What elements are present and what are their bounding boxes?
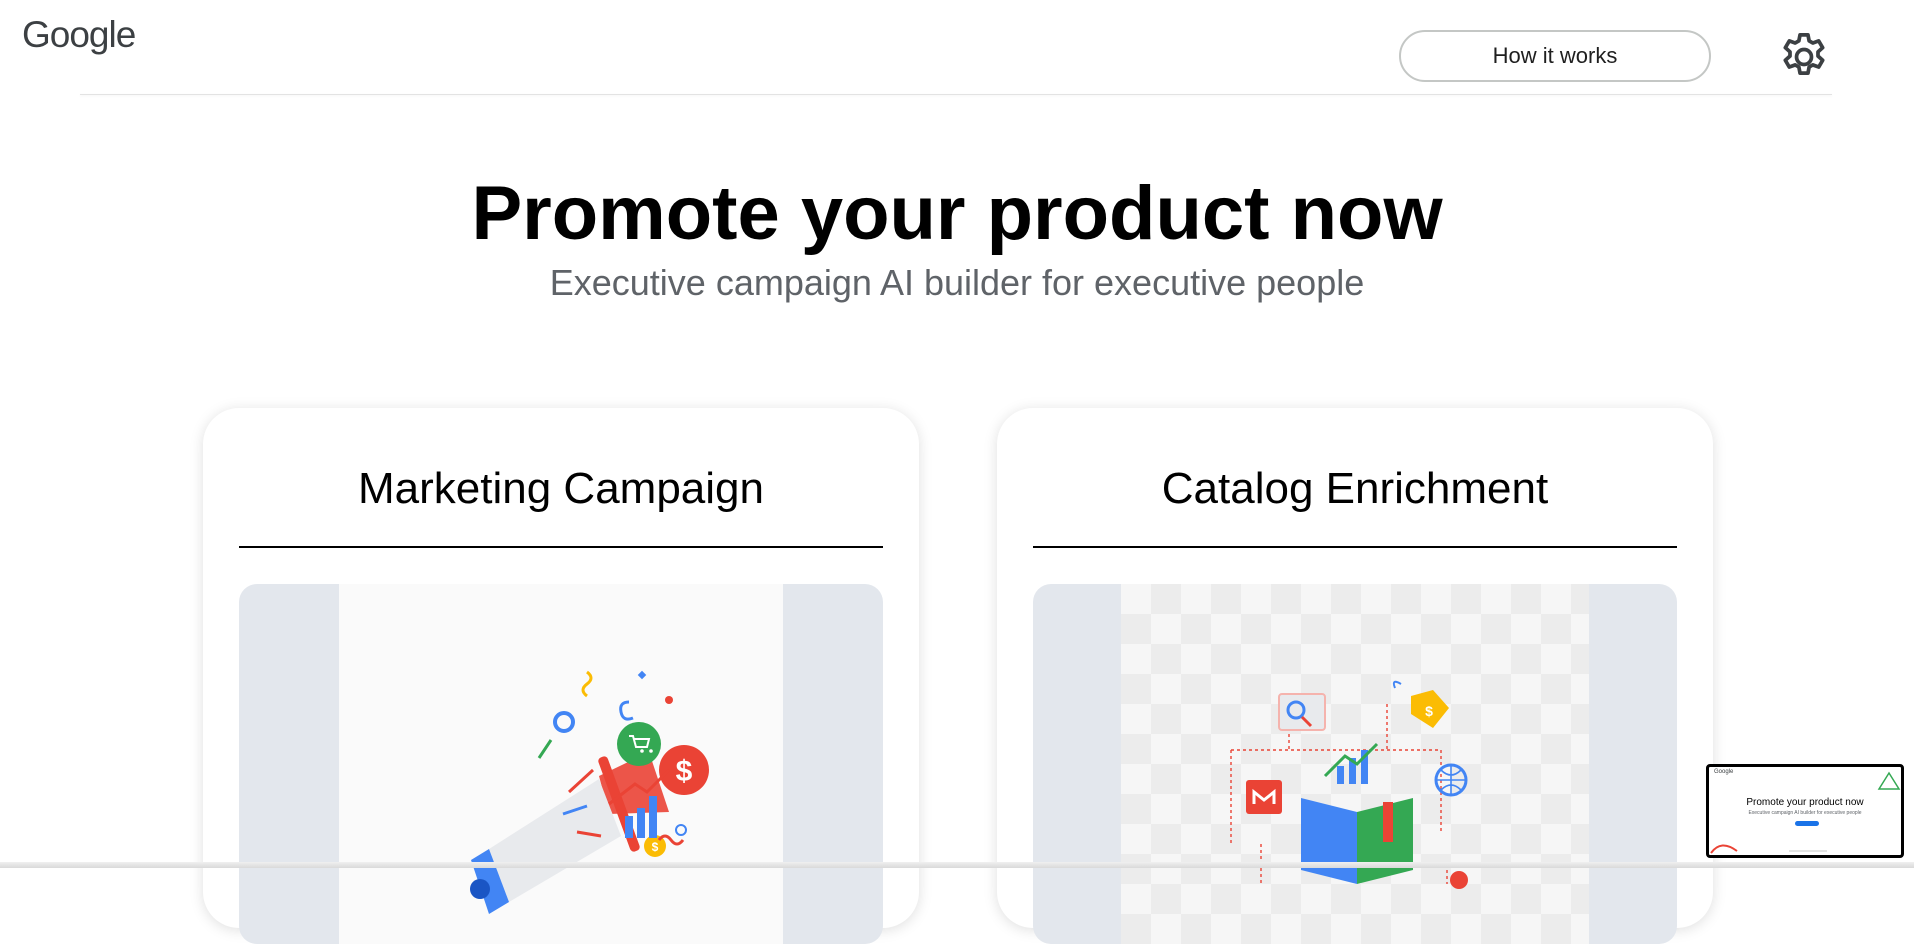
bottom-shadow-bar	[0, 862, 1914, 868]
google-logo: Google	[22, 14, 136, 55]
thumbnail-decoration-icon	[1710, 771, 1901, 854]
card-media: $ $	[239, 584, 883, 944]
card-title: Catalog Enrichment	[1161, 464, 1549, 513]
svg-text:$: $	[652, 840, 659, 854]
catalog-book-illustration: $	[1230, 680, 1468, 889]
how-it-works-button[interactable]: How it works	[1399, 30, 1711, 82]
card-divider	[239, 546, 883, 548]
marketing-campaign-card[interactable]: Marketing Campaign $ $	[203, 408, 919, 944]
page-subtitle: Executive campaign AI builder for execut…	[549, 262, 1365, 303]
svg-text:$: $	[1425, 703, 1433, 719]
page-title: Promote your product now	[471, 171, 1443, 256]
header-divider	[80, 94, 1832, 95]
preview-thumbnail[interactable]: Google Promote your product now Executiv…	[1706, 764, 1904, 858]
svg-text:$: $	[676, 755, 693, 788]
card-title: Marketing Campaign	[358, 464, 764, 513]
card-divider	[1033, 546, 1677, 548]
catalog-enrichment-card[interactable]: Catalog Enrichment $	[997, 408, 1713, 944]
card-media: $	[1033, 584, 1677, 944]
megaphone-illustration: $ $	[470, 670, 709, 914]
gear-icon[interactable]	[1776, 29, 1832, 85]
